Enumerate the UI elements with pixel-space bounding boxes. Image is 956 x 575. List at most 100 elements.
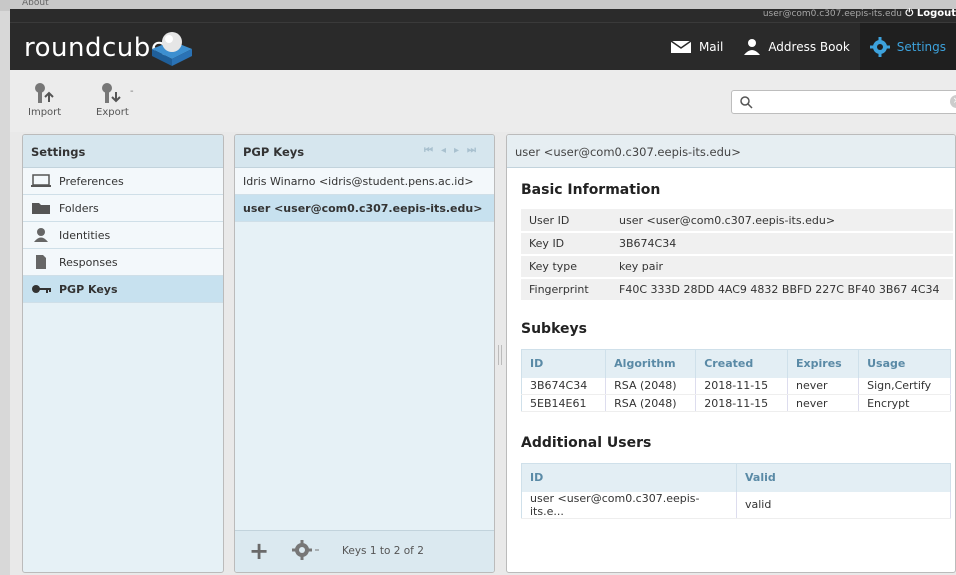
cell: RSA (2048)	[605, 394, 697, 412]
logout-label: Logout	[916, 8, 956, 19]
nav-address-book[interactable]: Address Book	[733, 23, 859, 71]
cell: 5EB14E61	[521, 394, 607, 412]
identity-icon	[34, 228, 48, 242]
key-actions-button[interactable]	[291, 539, 321, 564]
table-header-row: ID Algorithm Created Expires Usage	[521, 349, 951, 378]
basic-info-table: User ID user <user@com0.c307.eepis-its.ed…	[521, 209, 953, 302]
column-header[interactable]: Algorithm	[605, 349, 697, 378]
logo-box-icon	[152, 32, 192, 66]
additional-users-heading: Additional Users	[521, 435, 652, 451]
info-key: Key type	[521, 255, 611, 279]
add-key-button[interactable]: +	[249, 537, 269, 565]
settings-item-label: PGP Keys	[59, 282, 118, 296]
search-input[interactable]	[758, 94, 938, 110]
cell: 2018-11-15	[695, 394, 789, 412]
cell: user <user@com0.c307.eepis-its.e...	[521, 491, 737, 519]
settings-item-folders[interactable]: Folders	[23, 195, 223, 222]
column-header[interactable]: ID	[521, 349, 607, 378]
settings-item-label: Preferences	[59, 174, 124, 188]
subkeys-heading: Subkeys	[521, 321, 587, 337]
key-row[interactable]: user <user@com0.c307.eepis-its.edu>	[235, 195, 494, 222]
info-value: 3B674C34	[611, 232, 953, 256]
table-row: 5EB14E61 RSA (2048) 2018-11-15 never Encrypt	[521, 394, 951, 412]
toolbar: Import - Export ×	[10, 70, 956, 132]
info-key: Key ID	[521, 232, 611, 256]
settings-item-responses[interactable]: Responses	[23, 249, 223, 276]
info-value: key pair	[611, 255, 953, 279]
logout-link[interactable]: ⏻ Logout	[905, 8, 956, 19]
settings-item-label: Responses	[59, 255, 118, 269]
clear-search-icon[interactable]: ×	[950, 95, 956, 108]
table-row: Key ID 3B674C34	[521, 232, 953, 256]
mail-icon	[670, 40, 692, 53]
top-bar: user@com0.c307.eepis-its.edu ⏻ Logout	[10, 8, 956, 22]
panel-splitter[interactable]	[498, 345, 502, 365]
next-page-icon[interactable]: ▸	[454, 145, 467, 156]
import-button[interactable]: Import	[28, 82, 61, 118]
table-row: User ID user <user@com0.c307.eepis-its.ed…	[521, 209, 953, 233]
document-icon	[36, 255, 46, 269]
key-import-icon	[34, 83, 54, 103]
nav-mail[interactable]: Mail	[660, 23, 733, 71]
export-button[interactable]: - Export	[96, 82, 134, 118]
column-header[interactable]: Valid	[736, 463, 951, 492]
settings-panel: Settings Preferences Folders Identities …	[22, 134, 224, 573]
nav-mail-label: Mail	[698, 40, 724, 54]
folder-icon	[32, 203, 50, 214]
key-row[interactable]: Idris Winarno <idris@student.pens.ac.id>	[235, 168, 494, 195]
logo-text: roundcube	[24, 33, 168, 63]
column-header[interactable]: Expires	[787, 349, 860, 378]
subkeys-table: ID Algorithm Created Expires Usage 3B674…	[521, 349, 951, 412]
export-label: Export	[96, 107, 129, 118]
cell: never	[787, 394, 860, 412]
header: roundcube Mail Address Book Settings	[10, 22, 956, 71]
keys-header: PGP Keys ⏮◂▸⏭	[235, 135, 494, 168]
detail-title: user <user@com0.c307.eepis-its.edu>	[507, 135, 955, 168]
table-row: Fingerprint F40C 333D 28DD 4AC9 4832 BBFD…	[521, 278, 953, 302]
username: user@com0.c307.eepis-its.edu	[762, 9, 902, 19]
cell: Sign,Certify	[858, 377, 951, 395]
cell: valid	[736, 491, 951, 519]
search-box[interactable]: ×	[731, 90, 956, 114]
prev-page-icon[interactable]: ◂	[441, 145, 454, 156]
key-icon	[32, 285, 51, 293]
key-export-icon	[102, 83, 122, 103]
cell: Encrypt	[858, 394, 951, 412]
keys-title: PGP Keys	[243, 145, 305, 159]
pagination-icons: ⏮◂▸⏭	[424, 145, 484, 156]
settings-item-label: Folders	[59, 201, 99, 215]
column-header[interactable]: Created	[695, 349, 789, 378]
users-table: ID Valid user <user@com0.c307.eepis-its.…	[521, 463, 951, 519]
cell: 2018-11-15	[695, 377, 789, 395]
left-shade	[0, 11, 10, 575]
column-header[interactable]: Usage	[858, 349, 951, 378]
basic-info-heading: Basic Information	[521, 182, 661, 198]
last-page-icon[interactable]: ⏭	[467, 145, 484, 156]
keys-count: Keys 1 to 2 of 2	[342, 545, 424, 557]
gear-icon	[292, 540, 319, 560]
info-key: User ID	[521, 209, 611, 233]
first-page-icon[interactable]: ⏮	[424, 145, 441, 156]
table-row: Key type key pair	[521, 255, 953, 279]
column-header[interactable]: ID	[521, 463, 737, 492]
settings-item-label: Identities	[59, 228, 111, 242]
about-link[interactable]: About	[22, 0, 49, 8]
nav-address-book-label: Address Book	[768, 40, 850, 54]
nav-settings-label: Settings	[896, 40, 946, 54]
settings-item-identities[interactable]: Identities	[23, 222, 223, 249]
contact-icon	[744, 39, 761, 55]
export-dropdown-icon[interactable]: -	[130, 86, 134, 97]
table-header-row: ID Valid	[521, 463, 951, 492]
monitor-icon	[31, 174, 51, 187]
settings-item-preferences[interactable]: Preferences	[23, 168, 223, 195]
search-icon	[740, 96, 753, 109]
settings-item-pgp-keys[interactable]: PGP Keys	[23, 276, 223, 303]
nav-settings[interactable]: Settings	[859, 23, 956, 71]
cell: 3B674C34	[521, 377, 607, 395]
info-value: user <user@com0.c307.eepis-its.edu>	[611, 209, 953, 233]
cell: RSA (2048)	[605, 377, 697, 395]
info-value: F40C 333D 28DD 4AC9 4832 BBFD 227C BF40 …	[611, 278, 953, 302]
cell: never	[787, 377, 860, 395]
settings-title: Settings	[23, 135, 223, 168]
table-row: 3B674C34 RSA (2048) 2018-11-15 never Sign,Ce…	[521, 377, 951, 395]
